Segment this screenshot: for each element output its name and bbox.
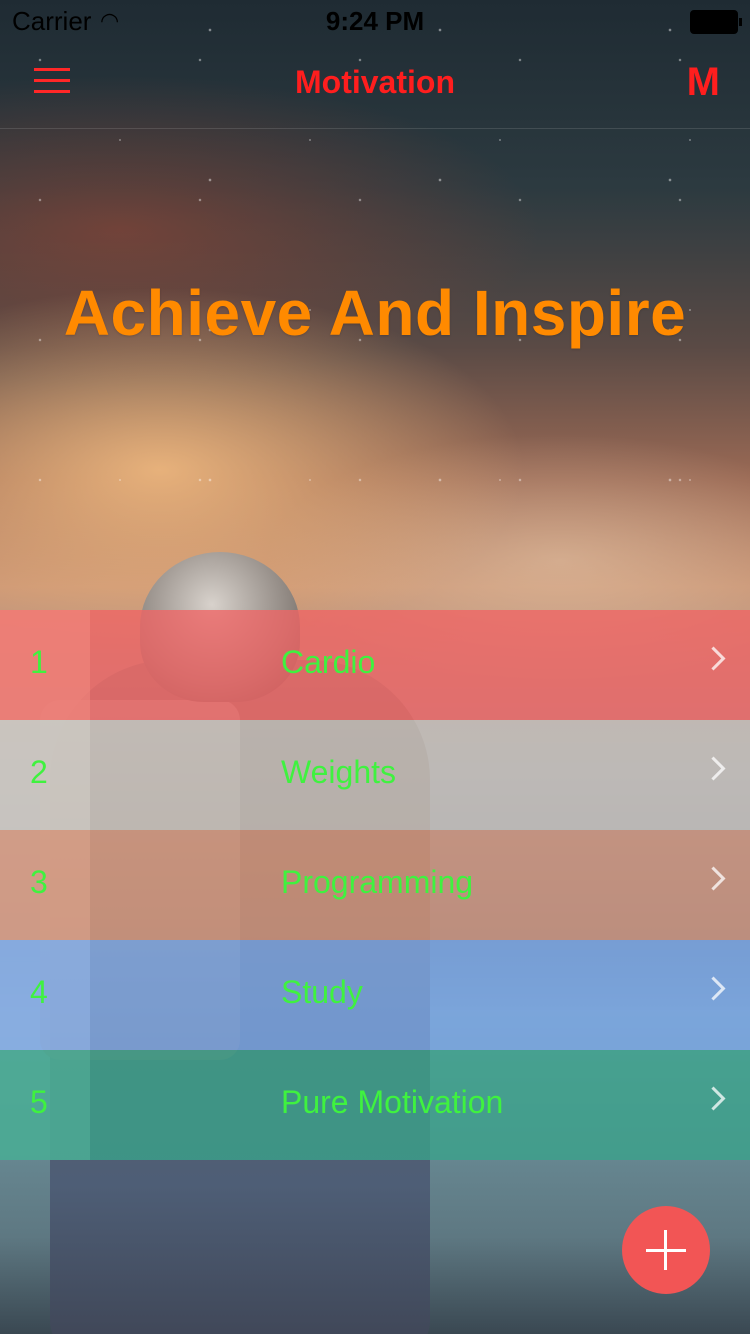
status-time: 9:24 PM [325,6,425,36]
item-label: Cardio [281,644,376,680]
headline: Achieve And Inspire [63,277,687,349]
chevron-right-icon [701,1086,726,1111]
status-bar: Carrier ◠ 9:24 PM [0,0,750,40]
chevron-right-icon [701,976,726,1001]
list-item-pure-motivation[interactable]: 5 Pure Motivation [0,1050,750,1160]
chevron-right-icon [701,756,726,781]
category-list: 1 Cardio 2 Weights 3 Programming 4 Study… [0,610,750,1160]
battery-icon [690,10,742,34]
item-number: 3 [30,864,48,900]
add-button[interactable] [622,1206,710,1294]
item-label: Pure Motivation [281,1084,504,1120]
chevron-right-icon [701,646,726,671]
app-logo-button[interactable]: M [687,60,720,105]
chevron-right-icon [701,866,726,891]
item-number: 4 [30,974,48,1010]
list-item-programming[interactable]: 3 Programming [0,830,750,940]
list-item-study[interactable]: 4 Study [0,940,750,1050]
page-title: Motivation [295,64,455,100]
item-number: 1 [30,644,48,680]
list-item-weights[interactable]: 2 Weights [0,720,750,830]
app-screen: Carrier ◠ 9:24 PM Motivation M Achieve A… [0,0,750,1334]
item-label: Weights [281,754,397,790]
item-label: Study [281,974,363,1010]
navigation-bar: Motivation M [0,40,750,129]
item-number: 2 [30,754,48,790]
item-number: 5 [30,1084,48,1120]
plus-icon-vertical [664,1230,667,1270]
item-label: Programming [281,864,474,900]
list-item-cardio[interactable]: 1 Cardio [0,610,750,720]
